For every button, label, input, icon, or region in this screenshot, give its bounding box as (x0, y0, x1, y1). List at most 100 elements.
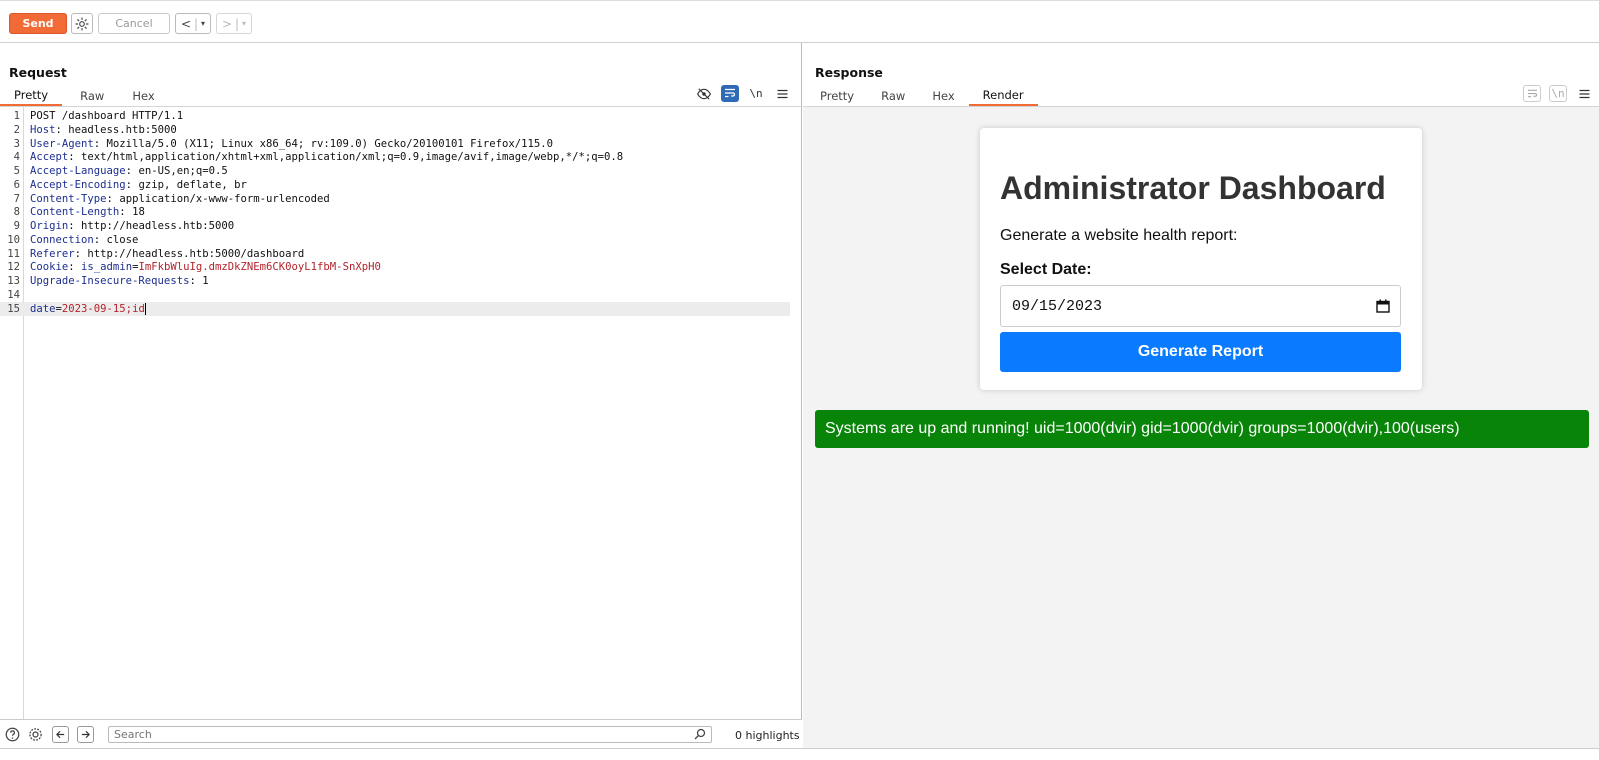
date-field[interactable]: 09/15/2023 (1000, 285, 1401, 327)
tab-raw[interactable]: Raw (868, 86, 918, 106)
tab-pretty[interactable]: Pretty (806, 86, 868, 106)
code-line[interactable]: 8 Content-Length: 18 (0, 205, 790, 219)
request-editor[interactable]: 1 POST /dashboard HTTP/1.1 2 Host: headless… (0, 107, 802, 719)
header-value: 1 (202, 275, 209, 287)
line-number: 11 (7, 247, 20, 260)
header-separator: : (93, 233, 107, 246)
line-content: Accept-Encoding: gzip, deflate, br (30, 178, 247, 192)
date-label: Select Date: (1000, 261, 1092, 278)
line-content: Accept-Language: en-US,en;q=0.5 (30, 164, 228, 178)
line-content: Cookie: is_admin=ImFkbWluIg.dmzDkZNEm6CK… (30, 260, 381, 274)
line-content: Origin: http://headless.htb:5000 (30, 219, 234, 233)
code-line[interactable]: 4 Accept: text/html,application/xhtml+xml… (0, 150, 790, 164)
hide-nonprintable-icon[interactable] (695, 85, 713, 102)
next-match-button[interactable] (77, 726, 94, 743)
page-title: Administrator Dashboard (1000, 170, 1386, 206)
header-name: Referer (30, 247, 75, 260)
header-value: Mozilla/5.0 (X11; Linux x86_64; rv:109.0… (106, 137, 554, 150)
calendar-icon[interactable] (1376, 299, 1390, 313)
gear-icon (29, 728, 42, 741)
body-value: 2023-09-15;id (61, 302, 145, 315)
header-name: date (30, 302, 56, 315)
help-button[interactable] (4, 726, 21, 743)
code-line[interactable]: 3 User-Agent: Mozilla/5.0 (X11; Linux x86… (0, 137, 790, 151)
line-number: 3 (13, 137, 20, 150)
menu-icon[interactable] (1575, 85, 1593, 102)
header-value: POST /dashboard HTTP/1.1 (30, 110, 184, 122)
arrow-right-icon (81, 730, 90, 739)
code-line[interactable]: 13 Upgrade-Insecure-Requests: 1 (0, 274, 790, 288)
settings-button[interactable] (71, 13, 93, 34)
tab-hex[interactable]: Hex (918, 86, 968, 106)
newline-toggle[interactable]: \n (747, 85, 765, 102)
search-icon (694, 728, 706, 740)
code-line[interactable]: 11 Referer: http://headless.htb:5000/dash… (0, 247, 790, 261)
code-line[interactable]: 12 Cookie: is_admin=ImFkbWluIg.dmzDkZNEm6… (0, 260, 790, 274)
header-separator: : (125, 165, 139, 177)
newline-toggle[interactable]: \n (1549, 85, 1567, 102)
line-number: 14 (7, 288, 20, 301)
status-message: Systems are up and running! uid=1000(dvi… (815, 410, 1589, 448)
cancel-button[interactable]: Cancel (98, 13, 170, 34)
header-separator: : (55, 123, 69, 136)
code-line[interactable]: 14 (0, 288, 790, 302)
code-line[interactable]: 1 POST /dashboard HTTP/1.1 (0, 109, 790, 123)
forward-label: > (221, 16, 232, 31)
code-line[interactable]: 10 Connection: close (0, 233, 790, 247)
search-input[interactable] (108, 726, 712, 743)
header-separator: : (68, 220, 82, 232)
header-separator: : (93, 137, 107, 150)
header-value: close (106, 233, 139, 246)
back-label: < (180, 16, 191, 31)
request-editor-tools: \n (695, 85, 791, 102)
cookie-value: ImFkbWluIg.dmzDkZNEm6CK0oyL1fbM-SnXpH0 (138, 261, 381, 274)
line-content: Connection: close (30, 233, 138, 247)
header-name: Content-Type (30, 192, 107, 205)
header-value: http://headless.htb:5000 (81, 220, 235, 232)
header-name: Connection (30, 233, 94, 246)
dashboard-card: Administrator Dashboard Generate a websi… (980, 128, 1422, 390)
search-settings-button[interactable] (27, 726, 44, 743)
gear-icon (75, 17, 89, 30)
line-number: 8 (13, 206, 20, 219)
tab-pretty[interactable]: Pretty (0, 86, 63, 106)
line-number: 5 (13, 165, 20, 177)
line-content: Content-Type: application/x-www-form-url… (30, 192, 330, 206)
word-wrap-icon[interactable] (1523, 85, 1541, 102)
line-number: 15 (7, 302, 20, 315)
response-panel: Response Pretty Raw Hex Render \n Admini… (803, 43, 1599, 748)
generate-report-button[interactable]: Generate Report (1000, 332, 1401, 372)
code-line[interactable]: 9 Origin: http://headless.htb:5000 (0, 219, 790, 233)
code-line[interactable]: 6 Accept-Encoding: gzip, deflate, br (0, 178, 790, 192)
line-number: 6 (13, 178, 20, 191)
forward-button[interactable]: > | ▾ (216, 13, 252, 34)
response-editor-tools: \n (1523, 85, 1593, 102)
code-line[interactable]: 5 Accept-Language: en-US,en;q=0.5 (0, 164, 790, 178)
send-button[interactable]: Send (9, 13, 67, 34)
chevron-down-icon[interactable]: ▾ (201, 19, 205, 28)
header-separator: : (125, 178, 139, 191)
line-number: 4 (13, 151, 20, 164)
header-name: Accept-Language (30, 165, 126, 177)
line-number: 9 (13, 220, 20, 232)
chevron-down-icon[interactable]: ▾ (242, 19, 246, 28)
menu-icon[interactable] (773, 85, 791, 102)
line-content: Upgrade-Insecure-Requests: 1 (30, 274, 209, 288)
back-button[interactable]: < | ▾ (175, 13, 211, 34)
tab-render[interactable]: Render (968, 86, 1038, 106)
code-line[interactable]: 7 Content-Type: application/x-www-form-ur… (0, 192, 790, 206)
line-content: Referer: http://headless.htb:5000/dashbo… (30, 247, 304, 261)
word-wrap-icon[interactable] (721, 85, 739, 102)
request-title: Request (9, 65, 67, 80)
header-name: Origin (30, 220, 69, 232)
header-value: http://headless.htb:5000/dashboard (87, 247, 305, 260)
previous-match-button[interactable] (52, 726, 69, 743)
tab-raw[interactable]: Raw (62, 86, 122, 106)
code-line[interactable]: 2 Host: headless.htb:5000 (0, 123, 790, 137)
header-value: gzip, deflate, br (138, 178, 247, 191)
line-content: date=2023-09-15;id (30, 302, 146, 316)
header-value: application/x-www-form-urlencoded (119, 192, 330, 205)
code-line[interactable]: 15 date=2023-09-15;id (0, 301, 790, 316)
text-cursor (144, 302, 146, 315)
tab-hex[interactable]: Hex (122, 86, 168, 106)
